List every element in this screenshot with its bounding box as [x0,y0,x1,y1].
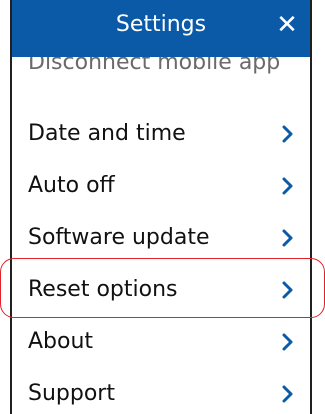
device-screen: Settings ✕ Disconnect mobile app Date an… [10,0,312,414]
menu-item-date-and-time[interactable]: Date and time [12,110,310,162]
chevron-right-icon [280,176,296,196]
chevron-right-icon [280,124,296,144]
close-button[interactable]: ✕ [272,10,302,40]
menu-item-label: Software update [28,225,210,250]
chevron-right-icon [280,228,296,248]
menu-item-label: Date and time [28,121,186,146]
chevron-right-icon [280,384,296,404]
menu-item-about[interactable]: About [12,318,310,370]
chevron-right-icon [280,280,296,300]
header-bar: Settings ✕ [12,0,310,57]
menu-item-label: Disconnect mobile app [28,57,281,75]
page-title: Settings [115,12,207,37]
menu-item-disconnect-mobile-app[interactable]: Disconnect mobile app [28,57,310,97]
menu-item-auto-off[interactable]: Auto off [12,162,310,214]
menu-item-label: Auto off [28,173,115,198]
settings-menu-list: Date and time Auto off Software update R… [12,110,310,414]
close-icon: ✕ [276,10,298,40]
menu-item-support[interactable]: Support [12,370,310,414]
menu-item-label: About [28,329,94,354]
menu-item-label: Support [28,381,115,406]
menu-item-label: Reset options [28,277,178,302]
chevron-right-icon [280,332,296,352]
menu-item-reset-options[interactable]: Reset options [12,266,310,318]
menu-item-software-update[interactable]: Software update [12,214,310,266]
